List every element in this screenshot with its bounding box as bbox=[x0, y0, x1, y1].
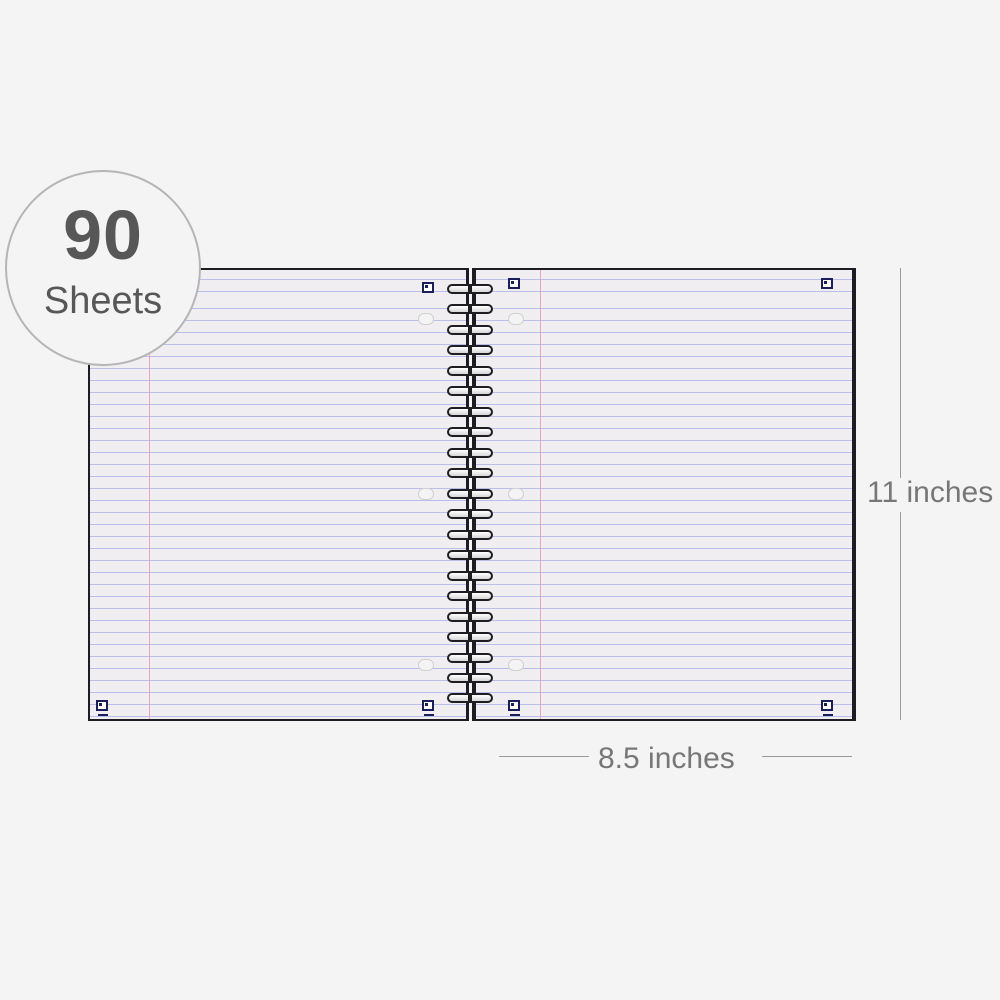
qr-corner-icon bbox=[821, 278, 833, 289]
punch-hole bbox=[418, 488, 434, 500]
spiral-coil bbox=[447, 509, 493, 519]
punch-hole bbox=[418, 659, 434, 671]
qr-corner-icon bbox=[508, 700, 520, 716]
spiral-coil bbox=[447, 653, 493, 663]
qr-corner-icon bbox=[422, 700, 434, 716]
spiral-coil bbox=[447, 345, 493, 355]
spiral-coil bbox=[447, 325, 493, 335]
punch-hole bbox=[508, 488, 524, 500]
qr-corner-icon bbox=[96, 700, 108, 716]
spiral-coil bbox=[447, 284, 493, 294]
height-dimension-label: 11 inches bbox=[867, 476, 994, 509]
width-dimension-line bbox=[762, 756, 852, 757]
spiral-coil bbox=[447, 571, 493, 581]
sheet-count: 90 bbox=[63, 196, 143, 274]
punch-hole bbox=[418, 313, 434, 325]
punch-hole bbox=[508, 659, 524, 671]
punch-hole bbox=[508, 313, 524, 325]
spiral-coil bbox=[447, 673, 493, 683]
spiral-coil bbox=[447, 386, 493, 396]
width-dimension-label: 8.5 inches bbox=[598, 742, 735, 775]
spiral-coil bbox=[447, 612, 493, 622]
height-dimension-line bbox=[900, 512, 901, 720]
spiral-coil bbox=[447, 448, 493, 458]
spiral-coil bbox=[447, 366, 493, 376]
qr-corner-icon bbox=[821, 700, 833, 716]
spiral-coil bbox=[447, 550, 493, 560]
qr-corner-icon bbox=[422, 282, 434, 293]
sheet-count-badge: 90 Sheets bbox=[5, 170, 201, 366]
spiral-coil bbox=[447, 632, 493, 642]
spiral-coil bbox=[447, 530, 493, 540]
height-dimension-line bbox=[900, 268, 901, 478]
spiral-coil bbox=[447, 591, 493, 601]
width-dimension-line bbox=[499, 756, 589, 757]
spiral-coil bbox=[447, 693, 493, 703]
spiral-coil bbox=[447, 427, 493, 437]
spiral-coil bbox=[447, 489, 493, 499]
spiral-coil bbox=[447, 468, 493, 478]
spiral-coil bbox=[447, 407, 493, 417]
margin-line bbox=[540, 270, 541, 719]
sheet-count-unit: Sheets bbox=[43, 280, 163, 322]
notebook-right-page bbox=[474, 268, 856, 721]
spiral-coil bbox=[447, 304, 493, 314]
qr-corner-icon bbox=[508, 278, 520, 289]
